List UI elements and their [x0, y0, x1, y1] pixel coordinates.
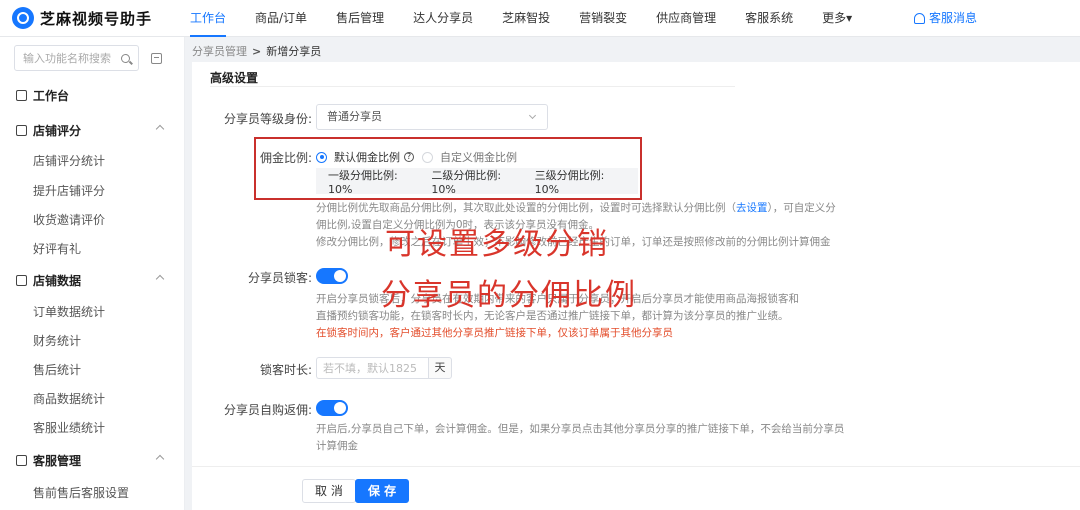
breadcrumb-current: 新增分享员	[266, 45, 322, 58]
sidebar-group-service-mgmt[interactable]: 客服管理	[16, 452, 165, 469]
commission-desc-part: 分佣比例优先取商品分佣比例，其次取此处设置的分佣比例，设置时可选择默认分佣比例（	[316, 202, 736, 214]
commission-desc-part: ），可自定义分	[767, 202, 836, 214]
sidebar-group-shop-data[interactable]: 店铺数据	[16, 272, 165, 289]
cancel-button[interactable]: 取 消	[302, 479, 356, 503]
level-select-value: 普通分享员	[327, 110, 382, 123]
commission-default-label: 默认佣金比例	[334, 151, 400, 164]
lock-time-group: 天	[316, 357, 452, 379]
sidebar-search-row	[14, 45, 162, 71]
nav-tab-customer-service[interactable]: 客服系统	[745, 0, 793, 37]
sidebar-item-product-stats[interactable]: 商品数据统计	[33, 390, 105, 407]
annotation-overlay-line-1: 可设置多级分销	[385, 227, 609, 262]
section-title: 高级设置	[210, 71, 259, 85]
nav-tab-workbench[interactable]: 工作台	[190, 0, 227, 37]
data-icon	[16, 275, 27, 286]
commission-ratio-summary: 一级分佣比例: 10% 二级分佣比例: 10% 三级分佣比例: 10%	[316, 168, 638, 196]
lock-warning: 在锁客时间内，客户通过其他分享员推广链接下单，仅该订单属于其他分享员	[316, 327, 673, 339]
lock-time-unit: 天	[428, 357, 452, 379]
lock-time-input[interactable]	[316, 357, 428, 379]
sidebar-item-invite-review[interactable]: 收货邀请评价	[33, 211, 105, 228]
chevron-down-icon	[528, 111, 537, 120]
radio-unchecked-icon	[422, 151, 433, 163]
customer-message-link[interactable]: 客服消息	[914, 0, 977, 37]
form-card: 高级设置 分享员等级身份: 普通分享员 佣金比例: 默认佣金比例 ? 自定义佣金…	[192, 62, 1080, 466]
sidebar-group-label: 工作台	[33, 89, 70, 103]
top-navigation-bar: 芝麻视频号助手 工作台 商品/订单 售后管理 达人分享员 芝麻智投 营销裂变 供…	[0, 0, 1080, 37]
chevron-up-icon	[155, 454, 165, 464]
shop-icon	[16, 125, 27, 136]
level-label: 分享员等级身份:	[223, 112, 312, 126]
lock-label: 分享员锁客:	[247, 271, 312, 285]
help-icon[interactable]: ?	[404, 152, 414, 162]
nav-tab-more[interactable]: 更多▾	[822, 0, 852, 37]
ratio-level-1: 一级分佣比例: 10%	[328, 168, 398, 196]
main-nav: 工作台 商品/订单 售后管理 达人分享员 芝麻智投 营销裂变 供应商管理 客服系…	[190, 0, 852, 37]
self-rebate-label: 分享员自购返佣:	[223, 403, 312, 417]
nav-tab-suppliers[interactable]: 供应商管理	[656, 0, 716, 37]
sidebar-item-service-settings[interactable]: 售前售后客服设置	[33, 484, 129, 501]
logo-icon	[12, 7, 34, 29]
lock-time-label: 锁客时长:	[259, 363, 312, 377]
save-button[interactable]: 保 存	[355, 479, 410, 503]
level-select[interactable]: 普通分享员	[316, 104, 548, 130]
nav-tab-marketing[interactable]: 营销裂变	[579, 0, 627, 37]
sidebar-item-rating-stats[interactable]: 店铺评分统计	[33, 152, 105, 169]
nav-tab-after-sales[interactable]: 售后管理	[336, 0, 384, 37]
annotation-overlay-line-2: 分享员的分佣比例	[381, 278, 637, 313]
sidebar-group-shop-rating[interactable]: 店铺评分	[16, 122, 165, 139]
lock-toggle[interactable]	[316, 268, 348, 284]
sidebar-item-finance-stats[interactable]: 财务统计	[33, 332, 81, 349]
menu-layout-icon[interactable]	[151, 52, 162, 64]
sidebar-item-after-sales-stats[interactable]: 售后统计	[33, 361, 81, 378]
sidebar-item-good-review-gift[interactable]: 好评有礼	[33, 240, 81, 257]
nav-tab-influencer-sharers[interactable]: 达人分享员	[413, 0, 473, 37]
nav-tab-zhima-ads[interactable]: 芝麻智投	[502, 0, 550, 37]
self-rebate-toggle[interactable]	[316, 400, 348, 416]
form-footer: 取 消 保 存	[192, 466, 1080, 510]
customer-message-label: 客服消息	[929, 11, 978, 25]
self-rebate-desc-line: 开启后,分享员自己下单，会计算佣金。但是，如果分享员点击其他分享员分享的推广链接…	[316, 423, 845, 435]
sidebar-item-order-stats[interactable]: 订单数据统计	[33, 303, 105, 320]
sidebar-item-improve-rating[interactable]: 提升店铺评分	[33, 182, 105, 199]
go-settings-link[interactable]: 去设置	[736, 202, 768, 214]
app-logo[interactable]: 芝麻视频号助手	[0, 7, 190, 29]
function-search-box	[14, 45, 139, 71]
section-divider	[210, 86, 735, 87]
app-name: 芝麻视频号助手	[40, 9, 153, 28]
sidebar-group-label: 客服管理	[33, 454, 82, 468]
self-rebate-desc-line: 计算佣金	[316, 440, 358, 452]
breadcrumb: 分享员管理 > 新增分享员	[192, 43, 321, 59]
breadcrumb-parent[interactable]: 分享员管理	[192, 43, 247, 59]
sidebar-group-label: 店铺评分	[33, 124, 82, 138]
sidebar-group-label: 店铺数据	[33, 274, 82, 288]
sidebar-item-service-performance[interactable]: 客服业绩统计	[33, 419, 105, 436]
breadcrumb-separator: >	[252, 44, 262, 58]
ratio-level-2: 二级分佣比例: 10%	[431, 168, 502, 196]
nav-tab-products-orders[interactable]: 商品/订单	[255, 0, 307, 37]
commission-custom-label: 自定义佣金比例	[440, 151, 517, 164]
self-rebate-description: 开启后,分享员自己下单，会计算佣金。但是，如果分享员点击其他分享员分享的推广链接…	[316, 421, 846, 455]
headset-icon	[16, 455, 27, 466]
bell-icon	[914, 13, 925, 24]
monitor-icon	[16, 90, 27, 101]
commission-default-radio[interactable]: 默认佣金比例 ?	[316, 149, 414, 165]
sidebar-group-workbench[interactable]: 工作台	[16, 87, 69, 104]
ratio-level-3: 三级分佣比例: 10%	[534, 168, 605, 196]
commission-custom-radio[interactable]: 自定义佣金比例	[422, 149, 517, 165]
sidebar: 工作台 店铺评分 店铺评分统计 提升店铺评分 收货邀请评价 好评有礼 店铺数据 …	[0, 37, 185, 510]
chevron-up-icon	[155, 124, 165, 134]
radio-checked-icon	[316, 151, 327, 163]
commission-label: 佣金比例:	[259, 151, 312, 165]
search-icon[interactable]	[121, 53, 130, 63]
chevron-up-icon	[155, 274, 165, 284]
function-search-input[interactable]	[23, 51, 113, 65]
